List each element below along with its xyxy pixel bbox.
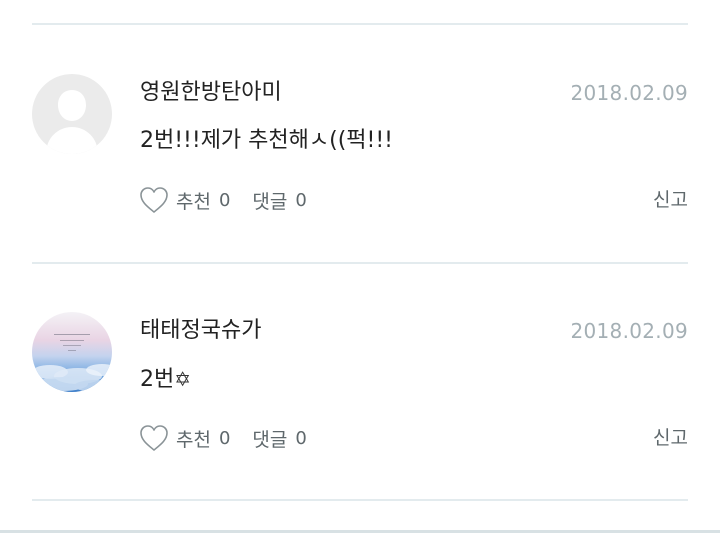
comment-body: 2번!!!제가 추천해ㅅ((퍽!!! — [140, 126, 393, 156]
reply-count: 0 — [295, 427, 307, 449]
comment-username[interactable]: 영원한방탄아미 — [140, 79, 282, 107]
like-button[interactable]: 추천 0 — [138, 185, 230, 215]
like-count: 0 — [218, 427, 231, 449]
avatar[interactable] — [32, 74, 112, 154]
avatar[interactable] — [32, 312, 112, 392]
comment-item: 태태정국슈가 2018.02.09 2번✡ 추천 0 댓글 0 신고 — [0, 312, 720, 512]
top-divider — [32, 23, 688, 25]
default-avatar-icon — [32, 74, 112, 154]
like-button[interactable]: 추천 0 — [138, 423, 230, 453]
comment-date: 2018.02.09 — [570, 81, 688, 105]
comment-body: 2번✡ — [140, 364, 191, 395]
comment-divider — [32, 499, 688, 501]
reply-label: 댓글 — [252, 190, 288, 213]
heart-outline-icon — [140, 425, 168, 451]
reply-label: 댓글 — [252, 428, 288, 451]
reply-button[interactable]: 댓글 0 — [252, 187, 306, 214]
like-count: 0 — [218, 189, 231, 211]
sky-clouds-avatar-image — [32, 312, 112, 392]
comment-date: 2018.02.09 — [570, 319, 688, 343]
like-label: 추천 — [176, 190, 211, 213]
comment-item: 영원한방탄아미 2018.02.09 2번!!!제가 추천해ㅅ((퍽!!! 추천… — [0, 74, 720, 274]
report-button[interactable]: 신고 — [653, 184, 688, 216]
comment-actions: 추천 0 댓글 0 — [138, 184, 307, 216]
star-of-david-emoji: ✡ — [174, 367, 192, 391]
like-label: 추천 — [176, 428, 211, 451]
comment-text: 2번!!!제가 추천해ㅅ((퍽!!! — [140, 128, 393, 153]
comment-actions: 추천 0 댓글 0 — [138, 422, 307, 454]
comment-text: 2번 — [140, 367, 175, 392]
bottom-border — [0, 530, 720, 533]
heart-outline-icon — [140, 187, 168, 213]
comment-divider — [32, 262, 688, 264]
reply-button[interactable]: 댓글 0 — [252, 425, 306, 452]
report-button[interactable]: 신고 — [653, 422, 688, 454]
comment-username[interactable]: 태태정국슈가 — [140, 317, 261, 345]
reply-count: 0 — [295, 189, 307, 211]
